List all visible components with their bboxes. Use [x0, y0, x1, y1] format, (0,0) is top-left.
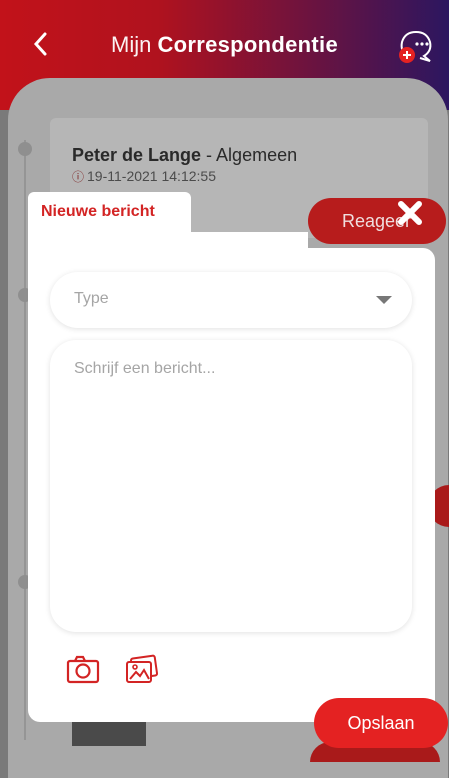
timeline-dot [18, 142, 32, 156]
message-title: Peter de Lange - Algemeen [72, 145, 297, 166]
message-category: - Algemeen [201, 145, 298, 165]
new-conversation-icon [399, 30, 432, 63]
camera-button[interactable] [66, 654, 100, 684]
background-thumbnail [72, 718, 146, 746]
type-select-placeholder: Type [74, 290, 109, 307]
type-select[interactable]: Type [50, 272, 412, 328]
message-textarea[interactable]: Schrijf een bericht... [50, 340, 412, 632]
camera-icon [66, 655, 100, 684]
close-icon [398, 201, 422, 225]
save-button[interactable]: Opslaan [314, 698, 448, 748]
save-button-label: Opslaan [347, 713, 415, 733]
modal-tab: Nieuwe bericht [28, 192, 191, 234]
new-conversation-button[interactable] [394, 26, 438, 66]
message-date-text: 19-11-2021 14:12:55 [87, 168, 216, 184]
gallery-button[interactable] [124, 654, 160, 684]
caret-down-icon [376, 296, 392, 304]
gallery-icon [126, 654, 159, 683]
timeline-line [24, 140, 26, 740]
message-sender: Peter de Lange [72, 145, 202, 165]
modal-title: Nieuwe bericht [41, 203, 155, 220]
page-title: Mijn Correspondentie [0, 32, 449, 58]
reply-button[interactable]: Reageer [308, 198, 446, 244]
page-title-light: Mijn [111, 32, 158, 57]
message-date: ⓘ 19-11-2021 14:12:55 [72, 168, 216, 185]
message-placeholder: Schrijf een bericht... [74, 360, 216, 377]
close-button[interactable] [395, 198, 425, 228]
info-icon: ⓘ [72, 170, 85, 184]
page-title-bold: Correspondentie [157, 32, 338, 57]
